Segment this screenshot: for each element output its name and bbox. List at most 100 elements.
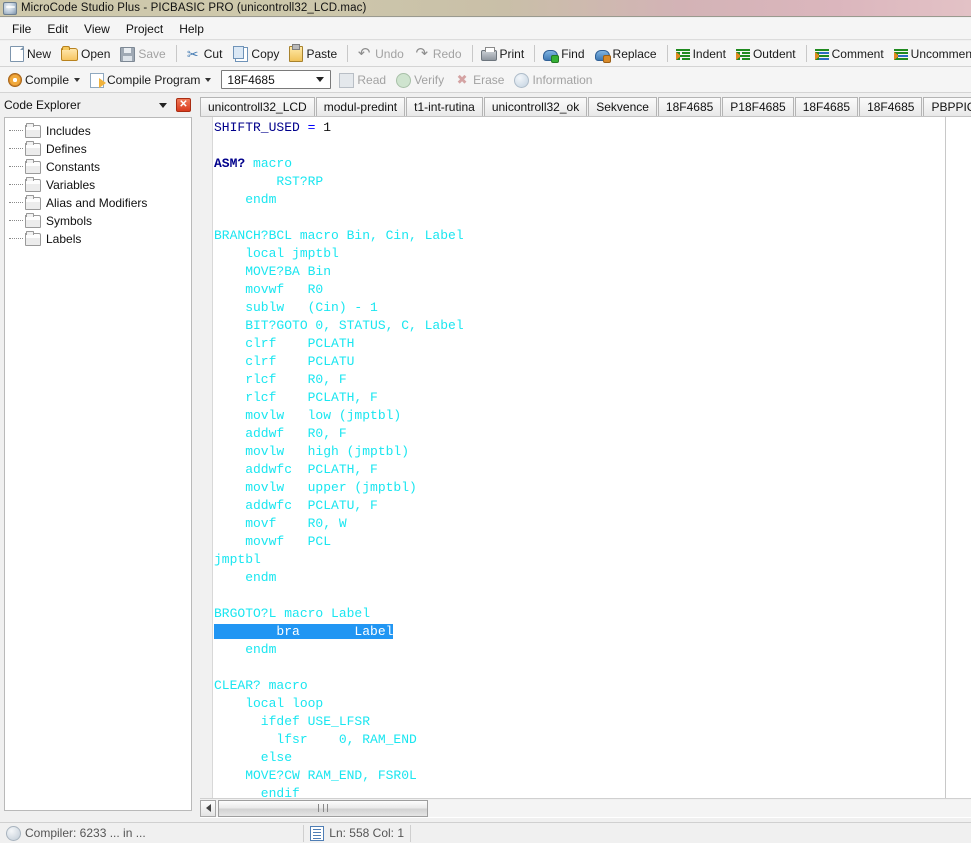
compile-program-button[interactable]: Compile Program: [86, 68, 217, 92]
code-line[interactable]: [214, 137, 971, 155]
tree-item-variables[interactable]: Variables: [5, 176, 191, 194]
code-line[interactable]: movwf R0: [214, 281, 971, 299]
comment-button[interactable]: Comment: [811, 42, 890, 66]
code-line[interactable]: addwfc PCLATU, F: [214, 497, 971, 515]
copy-button[interactable]: Copy: [228, 42, 285, 66]
code-line[interactable]: BRANCH?BCL macro Bin, Cin, Label: [214, 227, 971, 245]
scrollbar-thumb[interactable]: [218, 800, 428, 817]
code-text-area[interactable]: SHIFTR_USED = 1 ASM? macro RST?RP endm BRA…: [214, 117, 971, 798]
compile-button[interactable]: Compile: [4, 68, 86, 92]
scroll-left-button[interactable]: [200, 800, 216, 817]
code-line[interactable]: ASM? macro: [214, 155, 971, 173]
code-line[interactable]: bra Label: [214, 623, 971, 641]
device-select[interactable]: 18F4685: [221, 70, 331, 89]
menu-item-file[interactable]: File: [4, 20, 39, 38]
menu-item-help[interactable]: Help: [171, 20, 212, 38]
tab-sekvence[interactable]: Sekvence: [588, 97, 657, 116]
code-explorer-tree: Includes Defines Constants Variables Ali: [4, 117, 192, 811]
tree-item-labels[interactable]: Labels: [5, 230, 191, 248]
tree-item-constants[interactable]: Constants: [5, 158, 191, 176]
close-icon[interactable]: ✕: [176, 98, 191, 112]
code-line[interactable]: clrf PCLATU: [214, 353, 971, 371]
code-line[interactable]: else: [214, 749, 971, 767]
menu-item-project[interactable]: Project: [118, 20, 171, 38]
tab-18f4685-1[interactable]: 18F4685: [658, 97, 721, 116]
open-button[interactable]: Open: [57, 42, 116, 66]
code-line[interactable]: BIT?GOTO 0, STATUS, C, Label: [214, 317, 971, 335]
menu-item-view[interactable]: View: [76, 20, 118, 38]
print-button[interactable]: Print: [477, 42, 531, 66]
tab-modul-predint[interactable]: modul-predint: [316, 97, 405, 116]
cut-button[interactable]: ✂ Cut: [181, 42, 229, 66]
tab-18f4685-2[interactable]: 18F4685: [795, 97, 858, 116]
save-button[interactable]: Save: [116, 42, 171, 66]
paste-button[interactable]: Paste: [285, 42, 343, 66]
code-line[interactable]: lfsr 0, RAM_END: [214, 731, 971, 749]
replace-button[interactable]: Replace: [591, 42, 663, 66]
code-line[interactable]: endm: [214, 569, 971, 587]
read-button[interactable]: Read: [335, 68, 392, 92]
indent-button[interactable]: Indent: [672, 42, 732, 66]
tab-unicontroll32_LCD[interactable]: unicontroll32_LCD: [200, 97, 315, 116]
editor-panel: unicontroll32_LCD modul-predint t1-int-r…: [200, 95, 971, 818]
tree-item-symbols[interactable]: Symbols: [5, 212, 191, 230]
code-line[interactable]: endm: [214, 191, 971, 209]
code-line[interactable]: sublw (Cin) - 1: [214, 299, 971, 317]
code-line[interactable]: SHIFTR_USED = 1: [214, 119, 971, 137]
read-button-label: Read: [357, 73, 386, 87]
code-line[interactable]: rlcf PCLATH, F: [214, 389, 971, 407]
code-line[interactable]: [214, 587, 971, 605]
info-icon: [514, 73, 529, 88]
code-line[interactable]: CLEAR? macro: [214, 677, 971, 695]
verify-button[interactable]: Verify: [392, 68, 450, 92]
outdent-button[interactable]: Outdent: [732, 42, 802, 66]
scrollbar-track[interactable]: [216, 800, 971, 817]
information-button[interactable]: Information: [510, 68, 598, 92]
code-line[interactable]: movwf PCL: [214, 533, 971, 551]
device-select-value: 18F4685: [227, 73, 274, 87]
code-line[interactable]: clrf PCLATH: [214, 335, 971, 353]
code-line[interactable]: addwf R0, F: [214, 425, 971, 443]
code-line[interactable]: local jmptbl: [214, 245, 971, 263]
code-line[interactable]: movlw low (jmptbl): [214, 407, 971, 425]
code-line[interactable]: ifdef USE_LFSR: [214, 713, 971, 731]
code-line[interactable]: jmptbl: [214, 551, 971, 569]
toolbar-compile: Compile Compile Program 18F4685 Read Ver…: [0, 67, 971, 93]
chevron-down-icon[interactable]: [159, 103, 167, 108]
code-line[interactable]: [214, 659, 971, 677]
tab-pbppic18[interactable]: PBPPIC18: [923, 97, 971, 116]
tab-t1-int-rutina[interactable]: t1-int-rutina: [406, 97, 483, 116]
editor-body[interactable]: SHIFTR_USED = 1 ASM? macro RST?RP endm BRA…: [200, 116, 971, 798]
undo-button[interactable]: ↶ Undo: [352, 42, 410, 66]
code-line[interactable]: movf R0, W: [214, 515, 971, 533]
code-line[interactable]: BRGOTO?L macro Label: [214, 605, 971, 623]
code-line[interactable]: movlw upper (jmptbl): [214, 479, 971, 497]
folder-icon: [25, 161, 41, 174]
find-button[interactable]: Find: [539, 42, 590, 66]
tab-18f4685-3[interactable]: 18F4685: [859, 97, 922, 116]
tree-item-alias-and-modifiers[interactable]: Alias and Modifiers: [5, 194, 191, 212]
code-line[interactable]: MOVE?CW RAM_END, FSR0L: [214, 767, 971, 785]
code-line[interactable]: addwfc PCLATH, F: [214, 461, 971, 479]
code-line[interactable]: [214, 209, 971, 227]
horizontal-scrollbar[interactable]: [200, 798, 971, 817]
code-line[interactable]: RST?RP: [214, 173, 971, 191]
code-line[interactable]: endif: [214, 785, 971, 798]
tree-item-defines[interactable]: Defines: [5, 140, 191, 158]
clipboard-icon: [289, 46, 303, 62]
code-line[interactable]: endm: [214, 641, 971, 659]
erase-button[interactable]: ✖ Erase: [450, 68, 510, 92]
redo-button[interactable]: ↷ Redo: [410, 42, 468, 66]
code-line[interactable]: local loop: [214, 695, 971, 713]
new-button[interactable]: New: [4, 42, 57, 66]
tab-unicontroll32_ok[interactable]: unicontroll32_ok: [484, 97, 587, 116]
uncomment-button[interactable]: Uncomment: [890, 42, 971, 66]
tree-item-includes[interactable]: Includes: [5, 122, 191, 140]
tab-p18f4685[interactable]: P18F4685: [722, 97, 793, 116]
code-line[interactable]: movlw high (jmptbl): [214, 443, 971, 461]
folder-icon: [25, 179, 41, 192]
menu-item-edit[interactable]: Edit: [39, 20, 76, 38]
code-line[interactable]: MOVE?BA Bin: [214, 263, 971, 281]
new-file-icon: [10, 46, 24, 62]
code-line[interactable]: rlcf R0, F: [214, 371, 971, 389]
